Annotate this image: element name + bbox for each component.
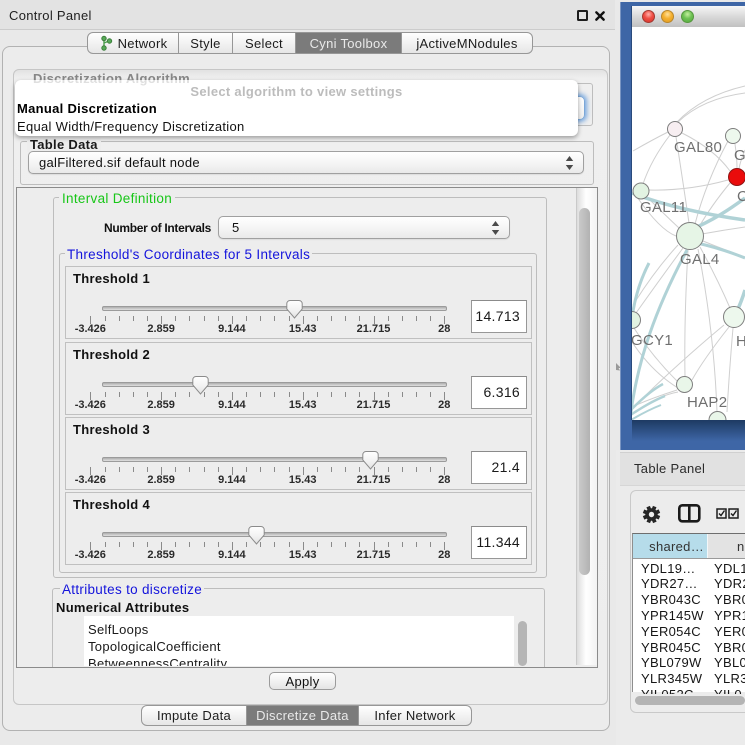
svg-text:GAL80: GAL80 bbox=[674, 139, 722, 156]
svg-text:H: H bbox=[736, 333, 745, 350]
svg-text:C: C bbox=[737, 188, 745, 205]
svg-text:GA: GA bbox=[734, 147, 745, 164]
svg-text:HAP2: HAP2 bbox=[687, 394, 727, 411]
svg-text:GAL11: GAL11 bbox=[640, 199, 687, 216]
svg-text:GAL4: GAL4 bbox=[680, 251, 720, 268]
svg-text:GCY1: GCY1 bbox=[632, 332, 673, 349]
